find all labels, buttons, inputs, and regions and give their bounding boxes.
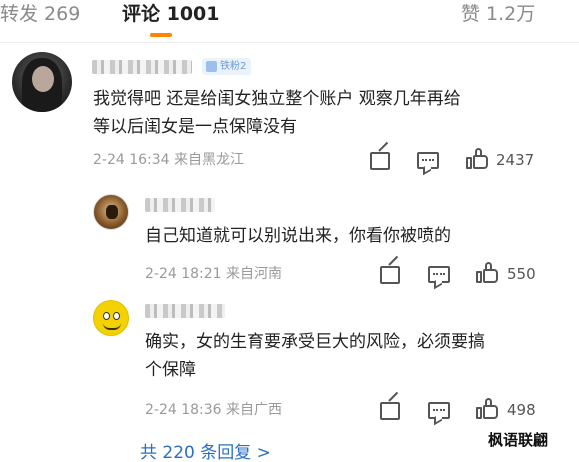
- like-icon[interactable]: [476, 398, 498, 419]
- avatar-face: [32, 66, 54, 92]
- avatar-figure: [106, 205, 118, 219]
- comment-text-line: 我觉得吧 还是给闺女独立整个账户 观察几年再给: [93, 89, 461, 109]
- like-count: 2437: [496, 151, 535, 169]
- comment-text: 我觉得吧 还是给闺女独立整个账户 观察几年再给 等以后闺女是一点保障没有: [93, 85, 563, 141]
- comment-text-line: 等以后闺女是一点保障没有: [93, 117, 297, 137]
- blurred-username[interactable]: [145, 304, 225, 318]
- reply-meta: 2-24 18:36 来自广西: [145, 402, 283, 418]
- share-icon[interactable]: [380, 402, 400, 420]
- fan-badge-label: 铁粉2: [220, 61, 247, 72]
- fan-badge-icon: [206, 61, 217, 72]
- comment-icon[interactable]: [428, 266, 450, 283]
- comment-meta: 2-24 16:34 来自黑龙江: [93, 152, 245, 168]
- like-icon[interactable]: [466, 148, 488, 169]
- blurred-username[interactable]: [92, 60, 192, 74]
- fan-badge: 铁粉2: [202, 58, 252, 75]
- tab-comment[interactable]: 评论 1001: [122, 0, 220, 28]
- reply-avatar[interactable]: [93, 300, 129, 336]
- like-icon[interactable]: [476, 262, 498, 283]
- tab-repost[interactable]: 转发 269: [0, 0, 80, 28]
- header-divider: [0, 42, 579, 43]
- share-icon[interactable]: [370, 152, 390, 170]
- reply-avatar[interactable]: [93, 194, 129, 230]
- more-replies-link[interactable]: 共 220 条回复 >: [140, 442, 271, 462]
- like-count: 498: [507, 401, 536, 419]
- share-icon[interactable]: [380, 266, 400, 284]
- blurred-username[interactable]: [145, 198, 215, 212]
- reply-text: 自己知道就可以别说出来，你看你被喷的: [145, 222, 555, 250]
- reply-text: 确实，女的生育要承受巨大的风险，必须要搞 个保障: [145, 328, 555, 384]
- reply-meta: 2-24 18:21 来自河南: [145, 266, 283, 282]
- comment-tabs: 转发 269 评论 1001 赞 1.2万: [0, 0, 579, 40]
- like-count: 550: [507, 265, 536, 283]
- active-tab-indicator: [150, 33, 172, 37]
- watermark: 枫语联翩: [488, 431, 549, 449]
- comment-icon[interactable]: [417, 152, 439, 169]
- reply-text-line: 确实，女的生育要承受巨大的风险，必须要搞: [145, 332, 485, 352]
- avatar[interactable]: [12, 52, 72, 112]
- reply-text-line: 自己知道就可以别说出来，你看你被喷的: [145, 226, 451, 246]
- comment-icon[interactable]: [428, 402, 450, 419]
- reply-text-line: 个保障: [145, 360, 196, 380]
- tab-like[interactable]: 赞 1.2万: [461, 0, 535, 28]
